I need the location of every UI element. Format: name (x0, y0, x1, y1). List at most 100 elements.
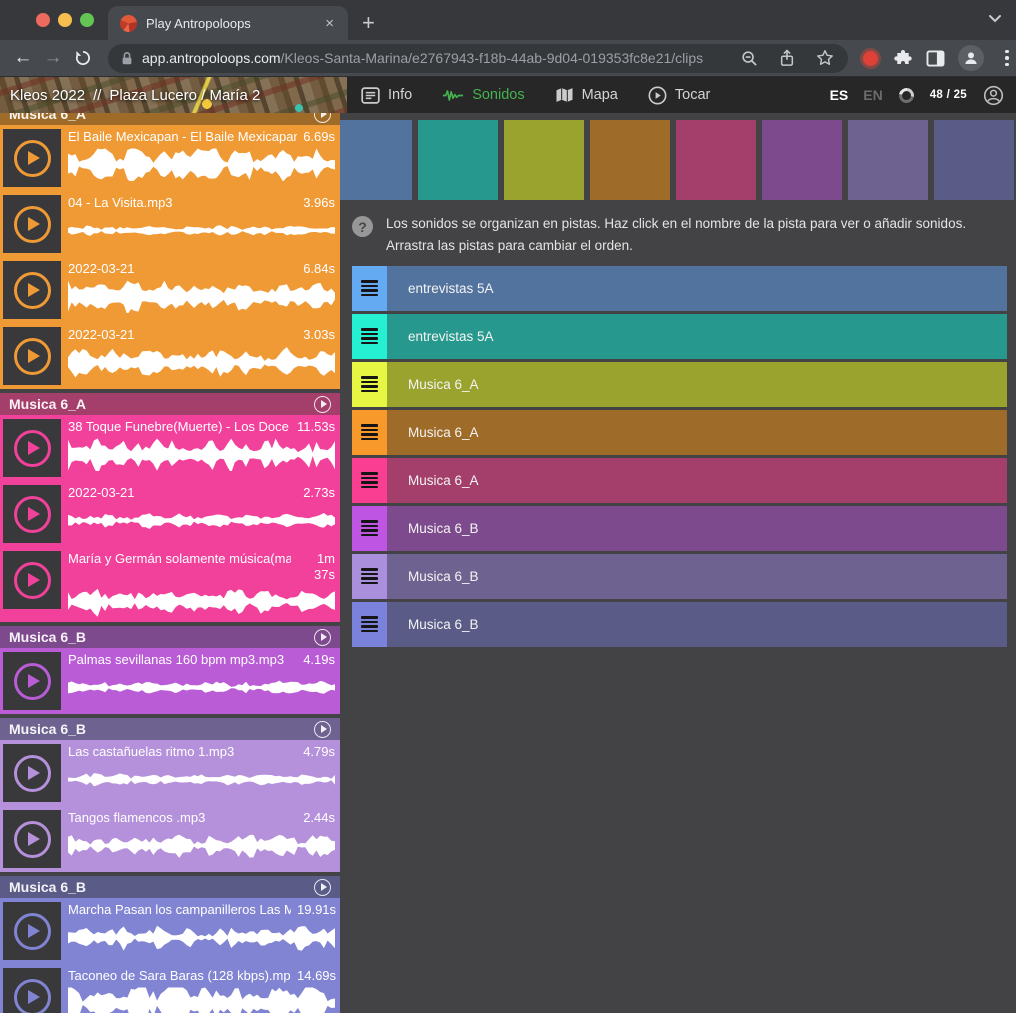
section-header[interactable]: Musica 6_A (0, 113, 340, 125)
track-drag-handle[interactable] (352, 266, 387, 311)
track-bar[interactable]: Musica 6_A (387, 362, 1007, 407)
track-bar[interactable]: entrevistas 5A (387, 266, 1007, 311)
reload-button[interactable] (68, 43, 98, 73)
track-row[interactable]: Musica 6_A (352, 410, 1007, 455)
breadcrumb[interactable]: Kleos 2022 // Plaza Lucero / María 2 (10, 77, 260, 113)
bookmark-star-icon[interactable] (816, 49, 834, 67)
clip-play-button[interactable] (3, 419, 61, 477)
clip-play-button[interactable] (3, 195, 61, 253)
section-name: Musica 6_B (9, 721, 86, 737)
track-bar[interactable]: Musica 6_B (387, 554, 1007, 599)
track-color-swatch[interactable] (934, 120, 1014, 200)
section-name: Musica 6_A (9, 396, 86, 412)
browser-tab-strip: Play Antropoloops × + (0, 0, 1016, 40)
section-header[interactable]: Musica 6_B (0, 718, 340, 740)
track-bar[interactable]: Musica 6_B (387, 506, 1007, 551)
track-name: Musica 6_B (408, 521, 479, 536)
section-play-icon[interactable] (314, 629, 331, 646)
section-play-icon[interactable] (314, 396, 331, 413)
track-bar[interactable]: entrevistas 5A (387, 314, 1007, 359)
language-es[interactable]: ES (830, 87, 849, 103)
clip-play-button[interactable] (3, 652, 61, 710)
track-color-swatch[interactable] (504, 120, 584, 200)
clip-play-button[interactable] (3, 744, 61, 802)
track-color-swatch[interactable] (418, 120, 498, 200)
browser-profile-avatar[interactable] (958, 45, 984, 71)
side-panel-icon[interactable] (926, 50, 945, 67)
track-row[interactable]: entrevistas 5A (352, 314, 1007, 359)
language-en[interactable]: EN (863, 87, 882, 103)
antropoloops-favicon-icon (120, 15, 137, 32)
clips-sidebar: Musica 6_A El Baile Mexicapan - El Baile… (0, 113, 340, 1013)
drag-handle-icon (361, 568, 378, 584)
new-tab-button[interactable]: + (348, 12, 389, 40)
clip-play-button[interactable] (3, 327, 61, 385)
track-color-swatch[interactable] (762, 120, 842, 200)
track-row[interactable]: Musica 6_B (352, 602, 1007, 647)
maximize-window-button[interactable] (80, 13, 94, 27)
track-row[interactable]: Musica 6_A (352, 362, 1007, 407)
tab-info[interactable]: Info (361, 87, 412, 104)
clip-play-button[interactable] (3, 902, 61, 960)
track-drag-handle[interactable] (352, 362, 387, 407)
track-drag-handle[interactable] (352, 314, 387, 359)
clip-play-button[interactable] (3, 485, 61, 543)
track-drag-handle[interactable] (352, 506, 387, 551)
track-color-swatch[interactable] (676, 120, 756, 200)
section-play-icon[interactable] (314, 721, 331, 738)
track-bar[interactable]: Musica 6_A (387, 458, 1007, 503)
section-header[interactable]: Musica 6_B (0, 876, 340, 898)
tab-close-icon[interactable]: × (321, 14, 338, 33)
clip-play-button[interactable] (3, 551, 61, 609)
tab-tocar[interactable]: Tocar (648, 86, 710, 105)
track-section: Musica 6_A El Baile Mexicapan - El Baile… (0, 113, 340, 389)
clip-play-button[interactable] (3, 261, 61, 319)
tab-sonidos[interactable]: Sonidos (442, 87, 524, 103)
track-color-swatch[interactable] (340, 120, 412, 200)
tab-search-chevron-icon[interactable] (988, 14, 1002, 23)
browser-tab[interactable]: Play Antropoloops × (108, 6, 348, 40)
track-drag-handle[interactable] (352, 554, 387, 599)
track-row[interactable]: entrevistas 5A (352, 266, 1007, 311)
track-drag-handle[interactable] (352, 410, 387, 455)
forward-button[interactable]: → (38, 43, 68, 73)
play-ring-icon (14, 562, 51, 599)
clip-waveform (68, 671, 335, 704)
clip-duration: 11.53s (297, 419, 335, 435)
clip-play-button[interactable] (3, 129, 61, 187)
extensions-puzzle-icon[interactable] (894, 49, 913, 67)
track-bar[interactable]: Musica 6_B (387, 602, 1007, 647)
track-bar[interactable]: Musica 6_A (387, 410, 1007, 455)
zoom-out-icon[interactable] (741, 50, 758, 67)
track-color-swatch[interactable] (590, 120, 670, 200)
track-swatch-row (340, 120, 1016, 200)
back-button[interactable]: ← (8, 43, 38, 73)
clip-item: Tangos flamencos .mp3 2.44s (3, 810, 335, 868)
play-triangle-icon (28, 217, 40, 231)
share-icon[interactable] (779, 49, 795, 67)
recording-indicator-icon[interactable] (863, 51, 878, 66)
close-window-button[interactable] (36, 13, 50, 27)
breadcrumb-project[interactable]: Kleos 2022 (10, 87, 85, 104)
clip-play-button[interactable] (3, 810, 61, 868)
minimize-window-button[interactable] (58, 13, 72, 27)
drag-handle-icon (361, 472, 378, 488)
browser-menu-icon[interactable] (997, 46, 1016, 71)
section-play-icon[interactable] (314, 113, 331, 123)
track-drag-handle[interactable] (352, 602, 387, 647)
map-thumbnail[interactable]: Kleos 2022 // Plaza Lucero / María 2 (0, 77, 347, 113)
section-play-icon[interactable] (314, 879, 331, 896)
track-row[interactable]: Musica 6_B (352, 506, 1007, 551)
track-name: entrevistas 5A (408, 329, 494, 344)
clip-duration: 2.73s (303, 485, 335, 501)
track-drag-handle[interactable] (352, 458, 387, 503)
clip-play-button[interactable] (3, 968, 61, 1013)
tab-mapa[interactable]: Mapa (555, 87, 618, 103)
address-bar[interactable]: app.antropoloops.com/Kleos-Santa-Marina/… (108, 44, 848, 73)
track-row[interactable]: Musica 6_A (352, 458, 1007, 503)
track-color-swatch[interactable] (848, 120, 928, 200)
section-header[interactable]: Musica 6_A (0, 393, 340, 415)
section-header[interactable]: Musica 6_B (0, 626, 340, 648)
account-icon[interactable] (983, 85, 1004, 106)
track-row[interactable]: Musica 6_B (352, 554, 1007, 599)
